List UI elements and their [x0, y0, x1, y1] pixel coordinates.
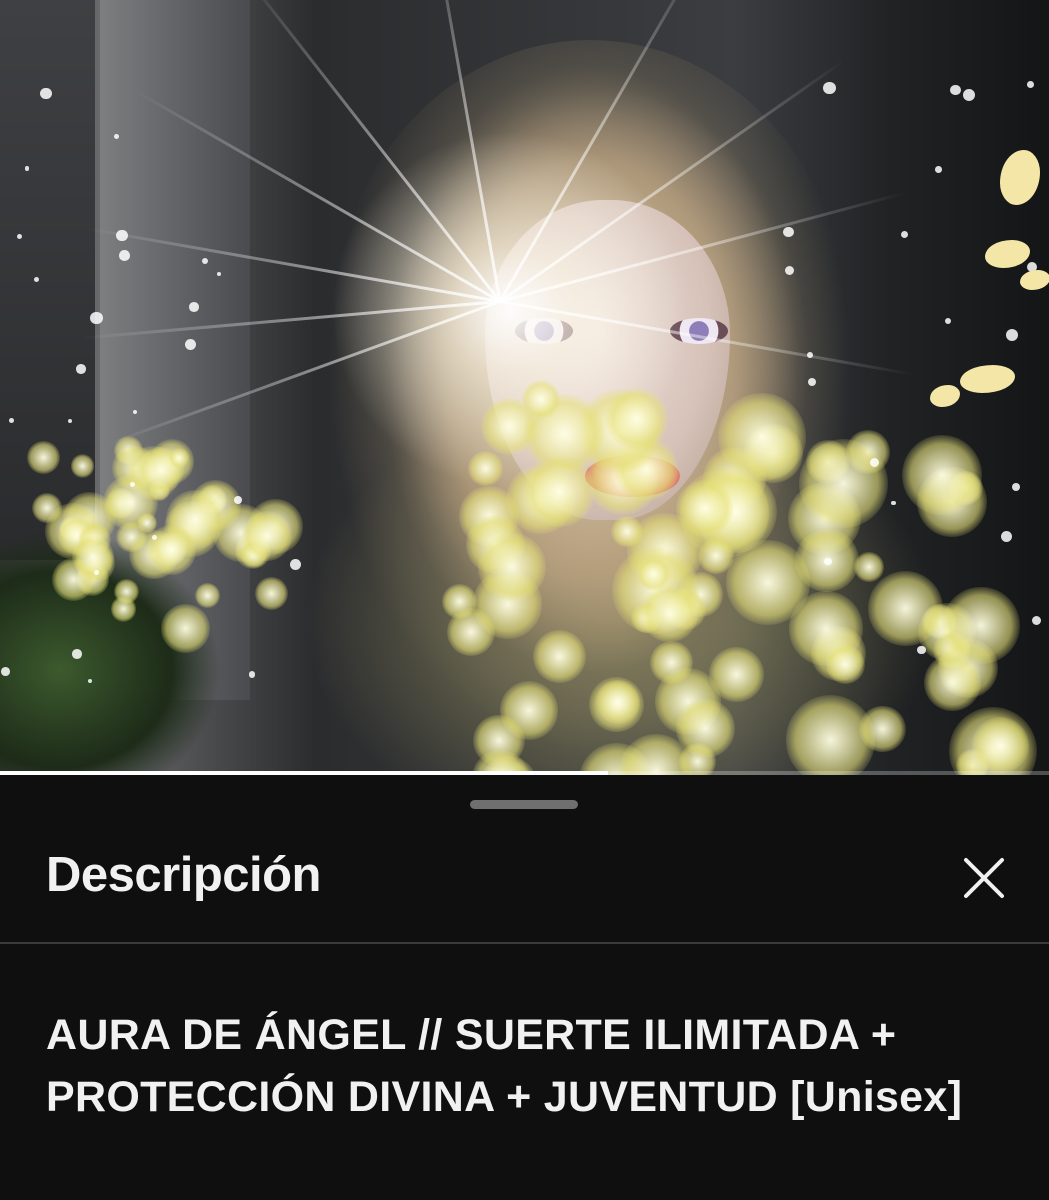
blossom-cluster [785, 695, 876, 775]
bokeh-dot [189, 302, 199, 312]
bokeh-dot [1011, 483, 1020, 492]
blossom-cluster [924, 654, 981, 711]
blossom-cluster [146, 524, 197, 575]
blossom-cluster [595, 680, 640, 725]
bokeh-dot [184, 338, 196, 350]
leaf-highlight [1000, 150, 1040, 205]
bokeh-dot [1000, 530, 1013, 543]
sheet-drag-handle[interactable] [470, 800, 578, 809]
bokeh-dot [248, 670, 256, 678]
video-progress-fill [0, 771, 609, 775]
blossom-cluster [825, 645, 866, 685]
blossom-cluster [971, 716, 1030, 775]
bokeh-dot [963, 88, 976, 101]
blossom-cluster [522, 380, 561, 419]
bokeh-dot [72, 649, 82, 659]
bokeh-dot [234, 495, 242, 504]
bokeh-dot [806, 352, 813, 358]
bokeh-dot [129, 482, 135, 488]
description-sheet: Descripción AURA DE ÁNGEL // SUERTE ILIM… [0, 778, 1049, 1200]
close-icon [962, 856, 1006, 900]
sheet-title: Descripción [46, 848, 321, 902]
bokeh-dot [40, 87, 52, 100]
blossom-cluster [650, 640, 694, 684]
bokeh-dot [934, 166, 942, 173]
bokeh-dot [8, 418, 14, 424]
blossom-cluster [676, 480, 734, 538]
blossom-cluster [641, 585, 698, 642]
bokeh-dot [783, 227, 794, 238]
blossom-cluster [902, 435, 983, 516]
screen: Descripción AURA DE ÁNGEL // SUERTE ILIM… [0, 0, 1049, 1200]
sheet-divider [0, 942, 1049, 944]
bokeh-dot [1031, 616, 1041, 626]
blossom-cluster [161, 603, 211, 653]
blossom-cluster [241, 510, 293, 562]
blossom-cluster [798, 438, 889, 528]
blossom-cluster [110, 596, 137, 622]
video-player[interactable] [0, 0, 1049, 775]
bokeh-dot [151, 535, 157, 541]
blossom-cluster [136, 512, 157, 533]
blossom-cluster [611, 515, 643, 548]
bokeh-dot [891, 500, 896, 505]
bokeh-dot [202, 257, 209, 264]
bokeh-dot [900, 230, 909, 238]
blossom-cluster [942, 587, 1020, 665]
close-button[interactable] [950, 844, 1018, 912]
bokeh-dot [917, 645, 926, 655]
blossom-cluster [26, 440, 60, 475]
blossom-cluster [32, 493, 62, 524]
video-progress-bar[interactable] [0, 771, 1049, 775]
blossom-cluster [168, 447, 189, 469]
leaf-highlight [1020, 270, 1049, 290]
bokeh-dot [1, 667, 10, 676]
bokeh-dot [944, 317, 951, 324]
bokeh-dot [93, 570, 99, 576]
video-title: AURA DE ÁNGEL // SUERTE ILIMITADA + PROT… [46, 1011, 963, 1121]
blossom-cluster [70, 454, 94, 478]
bokeh-dot [289, 559, 301, 571]
blossom-cluster [194, 583, 220, 609]
bokeh-dot [950, 84, 961, 96]
blossom-cluster [254, 576, 289, 611]
blossom-cluster [524, 456, 596, 527]
blossom-cluster [606, 388, 668, 450]
blossom-cluster [718, 393, 806, 481]
bokeh-dot [823, 81, 837, 95]
bokeh-dot [1005, 328, 1018, 341]
bokeh-dot [807, 377, 816, 386]
leaf-highlight [985, 240, 1030, 268]
blossom-cluster [868, 570, 944, 646]
leaf-highlight [930, 385, 960, 407]
bokeh-dot [76, 364, 86, 374]
bokeh-dot [824, 557, 832, 566]
bokeh-dot [90, 311, 103, 325]
bokeh-dot [1026, 81, 1034, 88]
blossom-cluster [636, 557, 670, 591]
bokeh-dot [114, 134, 119, 140]
bokeh-dot [116, 229, 128, 241]
blossom-cluster [446, 608, 495, 657]
leaf-highlight [960, 365, 1015, 393]
blossom-cluster [708, 647, 764, 702]
blossom-cluster [468, 450, 504, 486]
blossom-cluster [478, 533, 546, 601]
